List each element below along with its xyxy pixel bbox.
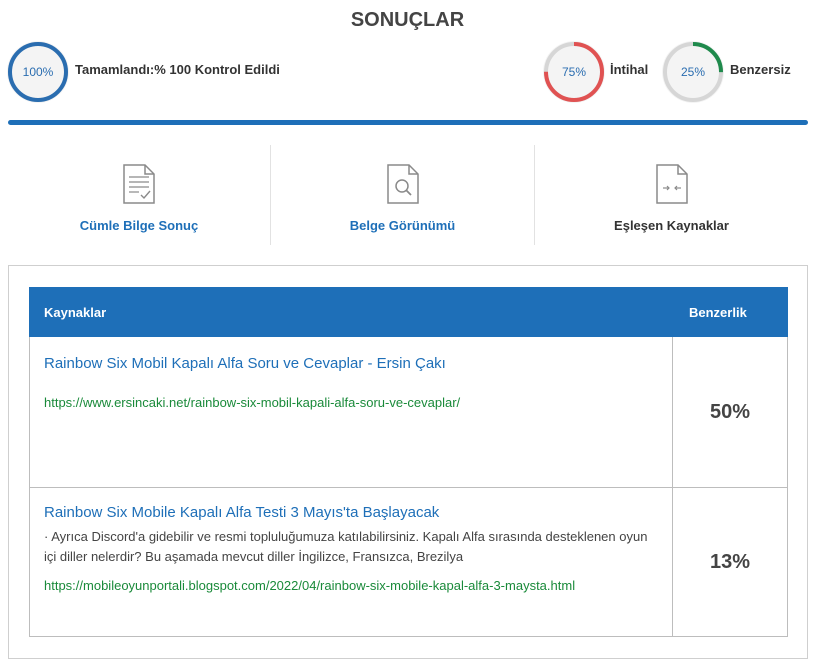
document-search-icon [385, 163, 421, 210]
source-url-link[interactable]: https://mobileoyunportali.blogspot.com/2… [44, 578, 658, 593]
document-compare-icon [654, 163, 690, 210]
page-title: SONUÇLAR [350, 9, 465, 31]
completion-ring: 100% [7, 41, 69, 103]
tab-matching-sources[interactable]: Eşleşen Kaynaklar [535, 145, 808, 245]
plagiarism-percent: 75% [561, 65, 587, 79]
similarity-score: 50% [672, 336, 788, 488]
sources-column-header: Kaynaklar [29, 287, 673, 337]
source-title-link[interactable]: Rainbow Six Mobile Kapalı Alfa Testi 3 M… [44, 504, 658, 521]
unique-ring: 25% [662, 41, 724, 103]
completion-status-text: Tamamlandı:% 100 Kontrol Edildi [75, 62, 280, 77]
results-panel: Kaynaklar Benzerlik Rainbow Six Mobil Ka… [8, 265, 808, 659]
tab-matching-sources-label: Eşleşen Kaynaklar [614, 218, 729, 233]
source-cell: Rainbow Six Mobile Kapalı Alfa Testi 3 M… [29, 487, 673, 637]
unique-label: Benzersiz [730, 62, 791, 77]
source-url-link[interactable]: https://www.ersincaki.net/rainbow-six-mo… [44, 395, 658, 410]
header-divider-bar [8, 120, 808, 125]
similarity-column-header: Benzerlik [672, 287, 788, 337]
tab-sentence-result[interactable]: Cümle Bilge Sonuç [8, 145, 270, 245]
table-row: Rainbow Six Mobile Kapalı Alfa Testi 3 M… [29, 487, 788, 637]
source-snippet: · Ayrıca Discord'a gidebilir ve resmi to… [44, 529, 648, 564]
tab-document-view[interactable]: Belge Görünümü [271, 145, 534, 245]
similarity-score: 13% [672, 487, 788, 637]
table-row: Rainbow Six Mobil Kapalı Alfa Soru ve Ce… [29, 336, 788, 488]
document-check-icon [121, 163, 157, 210]
plagiarism-ring: 75% [543, 41, 605, 103]
tab-sentence-result-label: Cümle Bilge Sonuç [79, 218, 199, 233]
sources-table: Kaynaklar Benzerlik Rainbow Six Mobil Ka… [29, 287, 788, 637]
completion-percent: 100% [22, 65, 54, 79]
unique-percent: 25% [680, 65, 706, 79]
plagiarism-label: İntihal [610, 62, 649, 77]
source-title-link[interactable]: Rainbow Six Mobil Kapalı Alfa Soru ve Ce… [44, 355, 658, 372]
source-cell: Rainbow Six Mobil Kapalı Alfa Soru ve Ce… [29, 336, 673, 488]
tab-document-view-label: Belge Görünümü [349, 218, 456, 233]
